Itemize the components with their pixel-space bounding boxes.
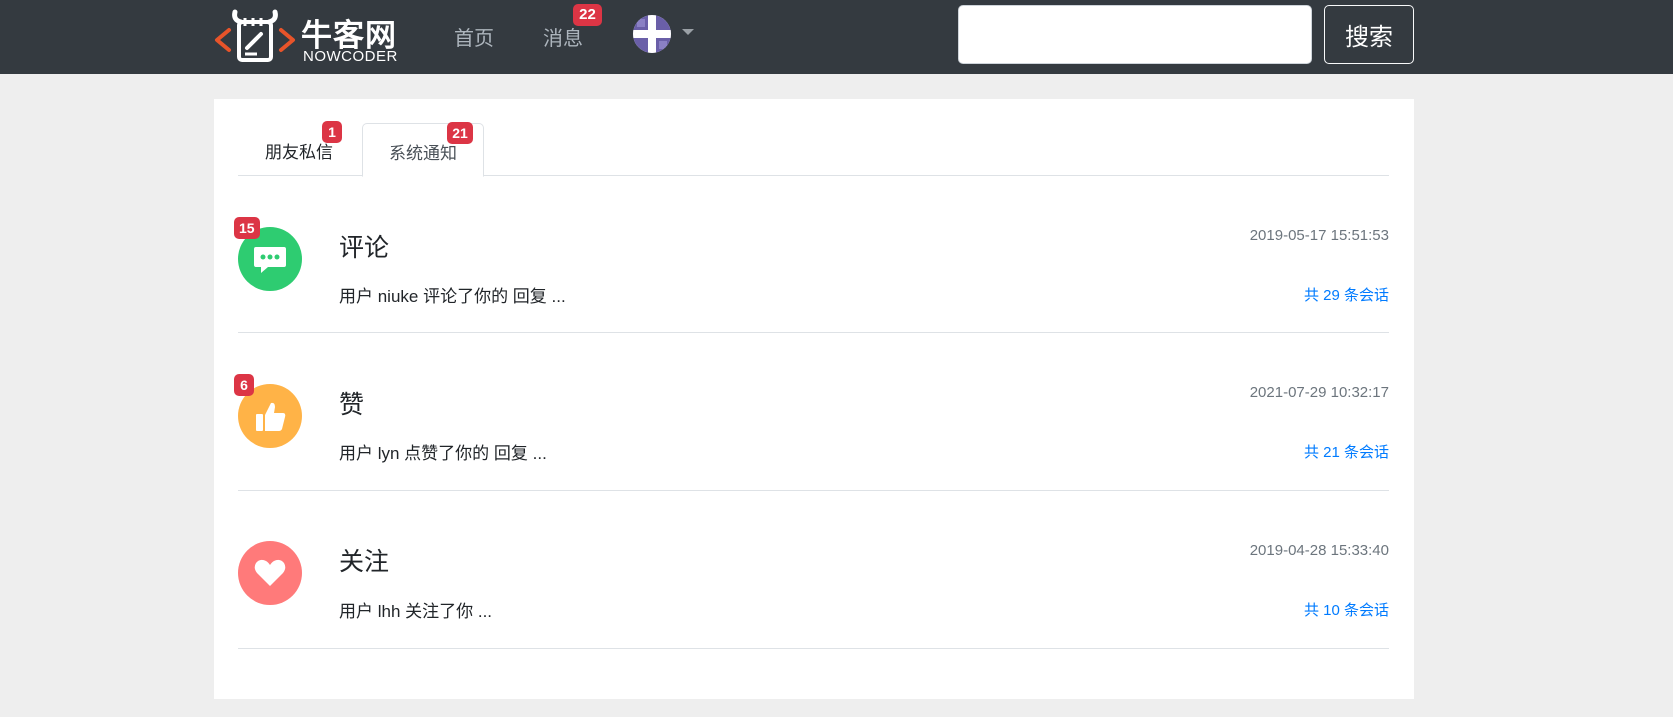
messages-panel: 朋友私信 1 系统通知 21 15 评论 2019-05-17 15:51:53… (214, 99, 1414, 699)
user-avatar[interactable] (633, 15, 671, 53)
search-input[interactable] (958, 5, 1312, 64)
message-tabs: 朋友私信 1 系统通知 21 (238, 121, 1389, 177)
notice-time: 2021-07-29 10:32:17 (1249, 384, 1389, 401)
chat-bubble-icon (254, 247, 286, 273)
heart-icon (254, 559, 286, 586)
notice-unread-badge: 15 (234, 217, 260, 239)
notice-description: 用户 niuke 评论了你的 回复 ... (339, 287, 566, 306)
notice-unread-badge: 6 (234, 374, 254, 396)
thumbs-up-icon (256, 402, 286, 431)
notice-conversation-count-link[interactable]: 共 21 条会话 (1304, 441, 1389, 462)
notice-row-comment[interactable]: 15 评论 2019-05-17 15:51:53 用户 niuke 评论了你的… (234, 176, 1389, 333)
nowcoder-logo[interactable]: 牛客网 NOWCODER (213, 6, 403, 66)
tab-system-notices[interactable]: 系统通知 21 (362, 122, 484, 177)
tab-badge: 1 (322, 121, 342, 143)
logo-icon (215, 9, 295, 62)
follow-circle (238, 541, 302, 605)
nav-messages-link[interactable]: 消息 (543, 22, 583, 51)
logo-subtitle: NOWCODER (303, 48, 398, 65)
tab-badge: 21 (447, 122, 473, 144)
notice-conversation-count-link[interactable]: 共 10 条会话 (1304, 599, 1389, 620)
chevron-down-icon[interactable] (682, 29, 694, 35)
notice-row-like[interactable]: 6 赞 2021-07-29 10:32:17 用户 lyn 点赞了你的 回复 … (234, 333, 1389, 491)
avatar-image (633, 15, 671, 53)
tab-friends-messages[interactable]: 朋友私信 1 (238, 121, 360, 176)
tab-label: 朋友私信 (265, 143, 333, 162)
notice-description: 用户 lyn 点赞了你的 回复 ... (339, 444, 547, 463)
top-navbar: 牛客网 NOWCODER 首页 消息 22 搜索 (0, 0, 1673, 74)
notice-time: 2019-05-17 15:51:53 (1249, 227, 1389, 244)
notice-row-follow[interactable]: 关注 2019-04-28 15:33:40 用户 lhh 关注了你 ... 共… (238, 491, 1389, 649)
notice-title: 关注 (339, 548, 390, 576)
notice-description: 用户 lhh 关注了你 ... (339, 602, 493, 621)
nav-home-link[interactable]: 首页 (454, 22, 494, 51)
notice-title: 评论 (339, 234, 390, 262)
search-button[interactable]: 搜索 (1324, 5, 1414, 64)
tab-label: 系统通知 (389, 144, 457, 163)
notice-conversation-count-link[interactable]: 共 29 条会话 (1304, 284, 1389, 305)
notice-title: 赞 (339, 391, 365, 419)
notice-time: 2019-04-28 15:33:40 (1249, 542, 1389, 559)
messages-badge: 22 (573, 4, 602, 26)
